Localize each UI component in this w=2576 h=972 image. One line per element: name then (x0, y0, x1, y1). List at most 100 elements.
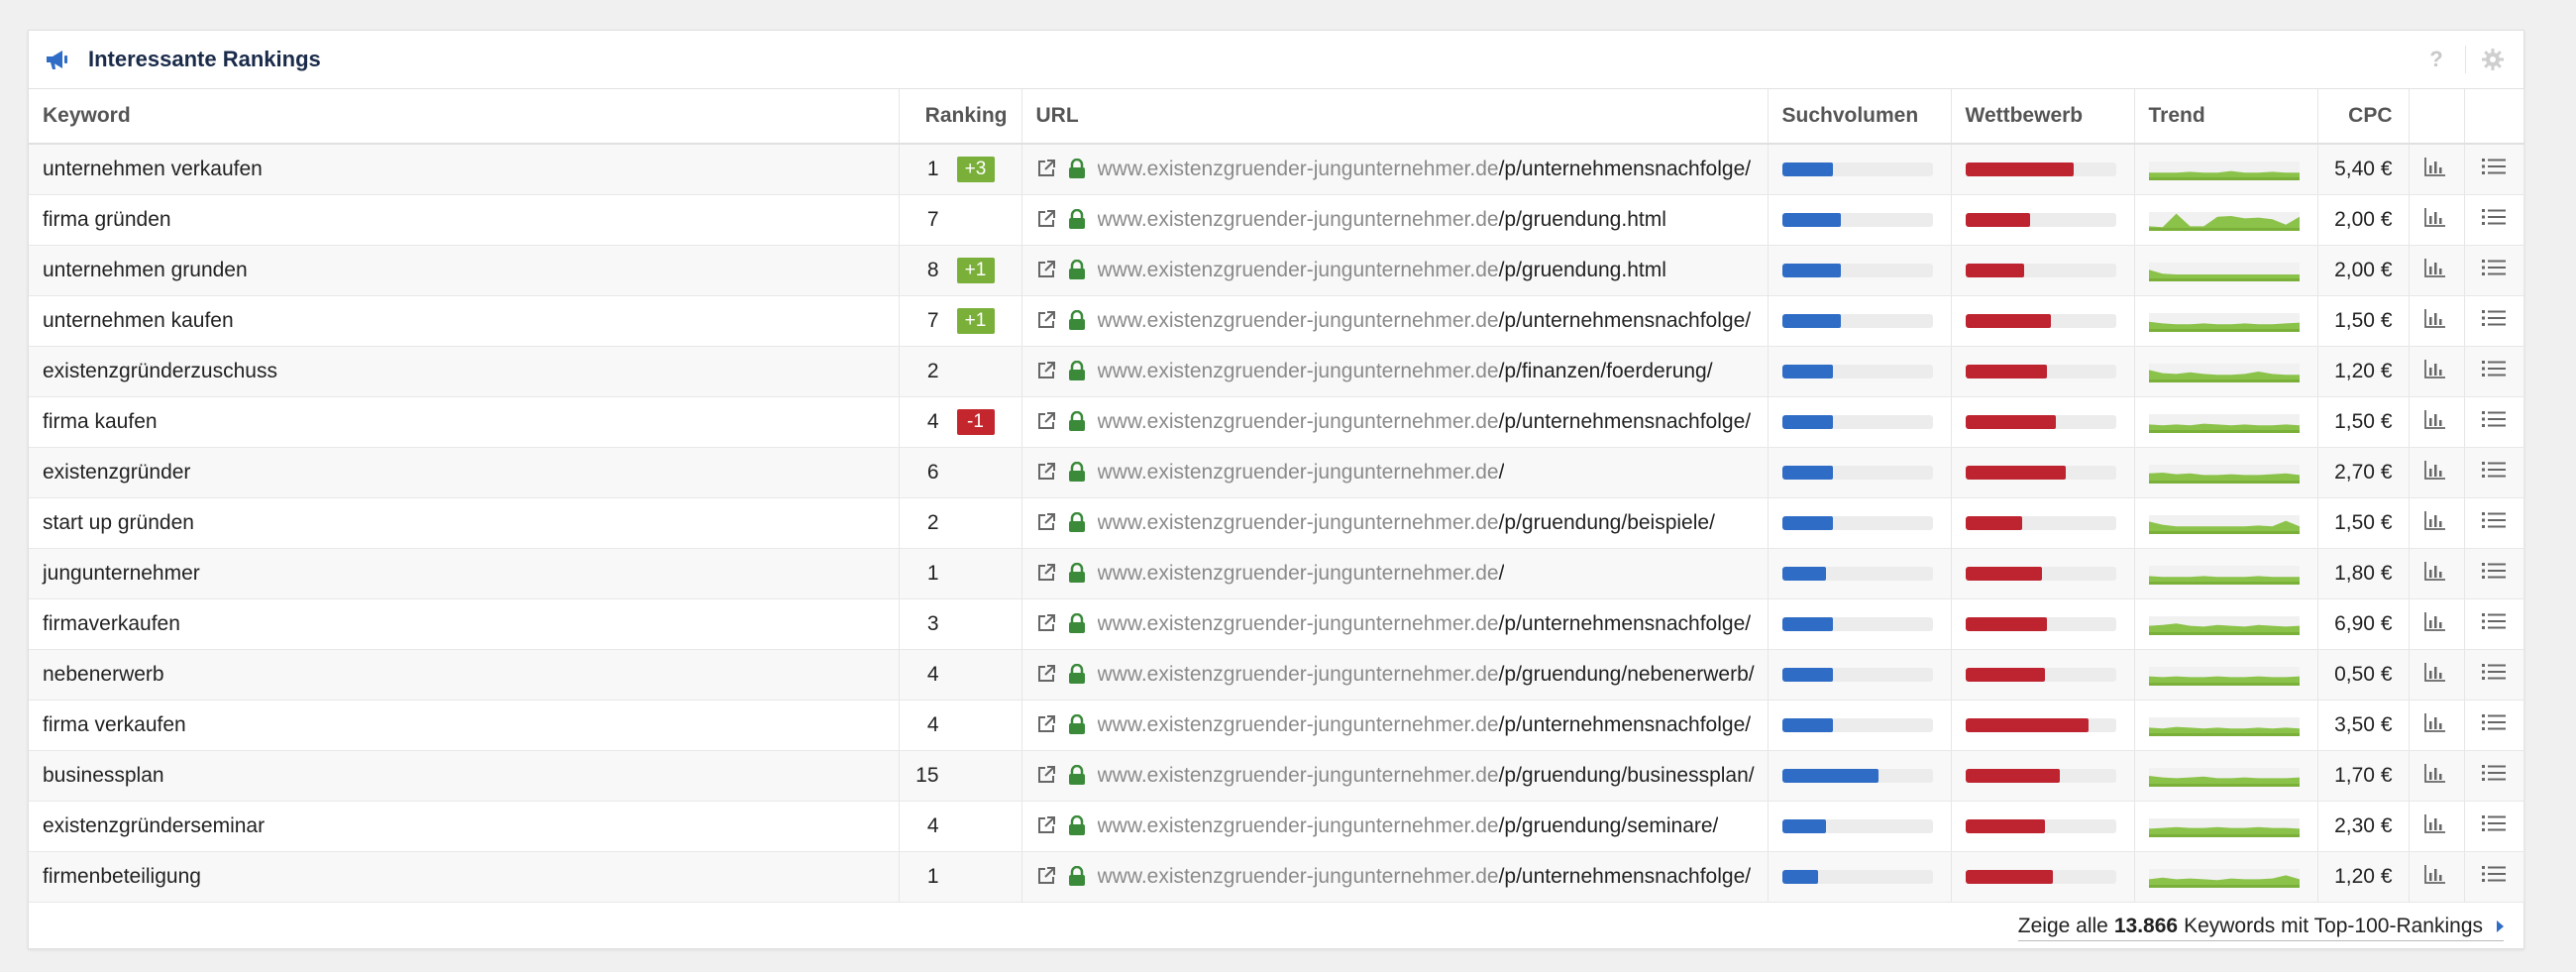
external-link-icon[interactable] (1036, 613, 1058, 635)
url-link[interactable]: www.existenzgruender-jungunternehmer.de/… (1098, 865, 1752, 889)
url-link[interactable]: www.existenzgruender-jungunternehmer.de/… (1098, 764, 1755, 788)
url-link[interactable]: www.existenzgruender-jungunternehmer.de/… (1098, 612, 1752, 636)
external-link-icon[interactable] (1036, 563, 1058, 585)
bar-chart-icon[interactable] (2424, 510, 2448, 532)
bar-chart-icon[interactable] (2424, 308, 2448, 330)
column-header-cpc[interactable]: CPC (2317, 89, 2410, 145)
list-icon[interactable] (2482, 258, 2506, 279)
keyword-cell[interactable]: firma kaufen (29, 396, 900, 448)
keyword-cell[interactable]: start up gründen (29, 497, 900, 549)
bar-chart-icon[interactable] (2424, 813, 2448, 835)
list-icon[interactable] (2482, 561, 2506, 583)
external-link-icon[interactable] (1036, 512, 1058, 534)
external-link-icon[interactable] (1036, 714, 1058, 736)
column-header-url[interactable]: URL (1021, 89, 1769, 145)
search-volume-bar (1781, 415, 1933, 429)
external-link-icon[interactable] (1036, 815, 1058, 837)
list-icon[interactable] (2482, 813, 2506, 835)
list-icon[interactable] (2482, 763, 2506, 785)
column-header-keyword[interactable]: Keyword (29, 89, 900, 145)
gear-icon[interactable] (2480, 47, 2506, 72)
keyword-cell[interactable]: firma verkaufen (29, 700, 900, 751)
cpc-cell: 1,50 € (2317, 295, 2410, 347)
show-all-keywords-link[interactable]: Zeige alle 13.866 Keywords mit Top-100-R… (2017, 914, 2504, 941)
search-volume-cell (1768, 396, 1952, 448)
url-link[interactable]: www.existenzgruender-jungunternehmer.de/ (1098, 461, 1505, 485)
bar-chart-icon[interactable] (2424, 460, 2448, 482)
external-link-icon[interactable] (1036, 664, 1058, 686)
url-link[interactable]: www.existenzgruender-jungunternehmer.de/… (1098, 410, 1752, 434)
bar-chart-icon[interactable] (2424, 864, 2448, 886)
url-link[interactable]: www.existenzgruender-jungunternehmer.de/… (1098, 158, 1752, 181)
list-icon[interactable] (2482, 864, 2506, 886)
search-volume-fill (1781, 516, 1834, 530)
external-link-icon[interactable] (1036, 310, 1058, 332)
footer-suffix: Keywords mit Top-100-Rankings (2184, 914, 2483, 937)
list-icon[interactable] (2482, 611, 2506, 633)
url-link[interactable]: www.existenzgruender-jungunternehmer.de/… (1098, 663, 1755, 687)
column-header-trend[interactable]: Trend (2134, 89, 2318, 145)
keyword-cell[interactable]: firmenbeteiligung (29, 851, 900, 903)
url-domain: www.existenzgruender-jungunternehmer.de (1097, 663, 1499, 686)
bar-chart-icon[interactable] (2424, 763, 2448, 785)
table-row: nebenerwerb 4 www.existenzgruender-jungunt… (29, 649, 2524, 701)
external-link-icon[interactable] (1036, 462, 1058, 484)
bar-chart-icon[interactable] (2424, 157, 2448, 178)
competition-bar (1965, 567, 2116, 581)
bar-chart-icon[interactable] (2424, 662, 2448, 684)
search-volume-fill (1781, 213, 1841, 227)
external-link-icon[interactable] (1036, 209, 1058, 231)
competition-bar (1965, 516, 2116, 530)
url-link[interactable]: www.existenzgruender-jungunternehmer.de/… (1098, 360, 1713, 383)
keyword-cell[interactable]: unternehmen kaufen (29, 295, 900, 347)
bar-chart-icon[interactable] (2424, 561, 2448, 583)
keyword-cell[interactable]: jungunternehmer (29, 548, 900, 599)
list-icon[interactable] (2482, 510, 2506, 532)
url-domain: www.existenzgruender-jungunternehmer.de (1097, 158, 1499, 180)
rank-value: 6 (926, 461, 939, 484)
keyword-cell[interactable]: existenzgründer (29, 447, 900, 498)
bar-chart-icon[interactable] (2424, 611, 2448, 633)
ranking-cell: 1 (899, 548, 1022, 599)
external-link-icon[interactable] (1036, 361, 1058, 382)
external-link-icon[interactable] (1036, 411, 1058, 433)
list-icon[interactable] (2482, 409, 2506, 431)
help-icon[interactable]: ? (2421, 47, 2451, 72)
lock-icon (1068, 411, 1088, 433)
keyword-cell[interactable]: firma gründen (29, 194, 900, 246)
list-icon[interactable] (2482, 359, 2506, 380)
keyword-cell[interactable]: businessplan (29, 750, 900, 802)
bar-chart-icon[interactable] (2424, 359, 2448, 380)
url-link[interactable]: www.existenzgruender-jungunternehmer.de/… (1098, 814, 1719, 838)
external-link-icon[interactable] (1036, 260, 1058, 281)
external-link-icon[interactable] (1036, 866, 1058, 888)
url-link[interactable]: www.existenzgruender-jungunternehmer.de/ (1098, 562, 1505, 586)
bar-chart-icon[interactable] (2424, 409, 2448, 431)
column-header-ranking[interactable]: Ranking (899, 89, 1022, 145)
list-icon[interactable] (2482, 712, 2506, 734)
url-link[interactable]: www.existenzgruender-jungunternehmer.de/… (1098, 259, 1666, 282)
bar-chart-icon[interactable] (2424, 712, 2448, 734)
external-link-icon[interactable] (1036, 765, 1058, 787)
keyword-cell[interactable]: nebenerwerb (29, 649, 900, 701)
url-link[interactable]: www.existenzgruender-jungunternehmer.de/… (1098, 713, 1752, 737)
keyword-cell[interactable]: existenzgründerzuschuss (29, 346, 900, 397)
list-icon[interactable] (2482, 460, 2506, 482)
keyword-cell[interactable]: firmaverkaufen (29, 598, 900, 650)
list-icon[interactable] (2482, 662, 2506, 684)
column-header-suchvolumen[interactable]: Suchvolumen (1768, 89, 1952, 145)
column-header-wettbewerb[interactable]: Wettbewerb (1951, 89, 2135, 145)
url-link[interactable]: www.existenzgruender-jungunternehmer.de/… (1098, 309, 1752, 333)
table-row: firmaverkaufen 3 www.existenzgruender-jung… (29, 598, 2524, 650)
url-link[interactable]: www.existenzgruender-jungunternehmer.de/… (1098, 208, 1666, 232)
keyword-cell[interactable]: unternehmen grunden (29, 245, 900, 296)
list-icon[interactable] (2482, 157, 2506, 178)
bar-chart-icon[interactable] (2424, 258, 2448, 279)
url-link[interactable]: www.existenzgruender-jungunternehmer.de/… (1098, 511, 1715, 535)
keyword-cell[interactable]: existenzgründerseminar (29, 801, 900, 852)
external-link-icon[interactable] (1036, 159, 1058, 180)
keyword-cell[interactable]: unternehmen verkaufen (29, 144, 900, 195)
list-icon[interactable] (2482, 308, 2506, 330)
bar-chart-icon[interactable] (2424, 207, 2448, 229)
list-icon[interactable] (2482, 207, 2506, 229)
